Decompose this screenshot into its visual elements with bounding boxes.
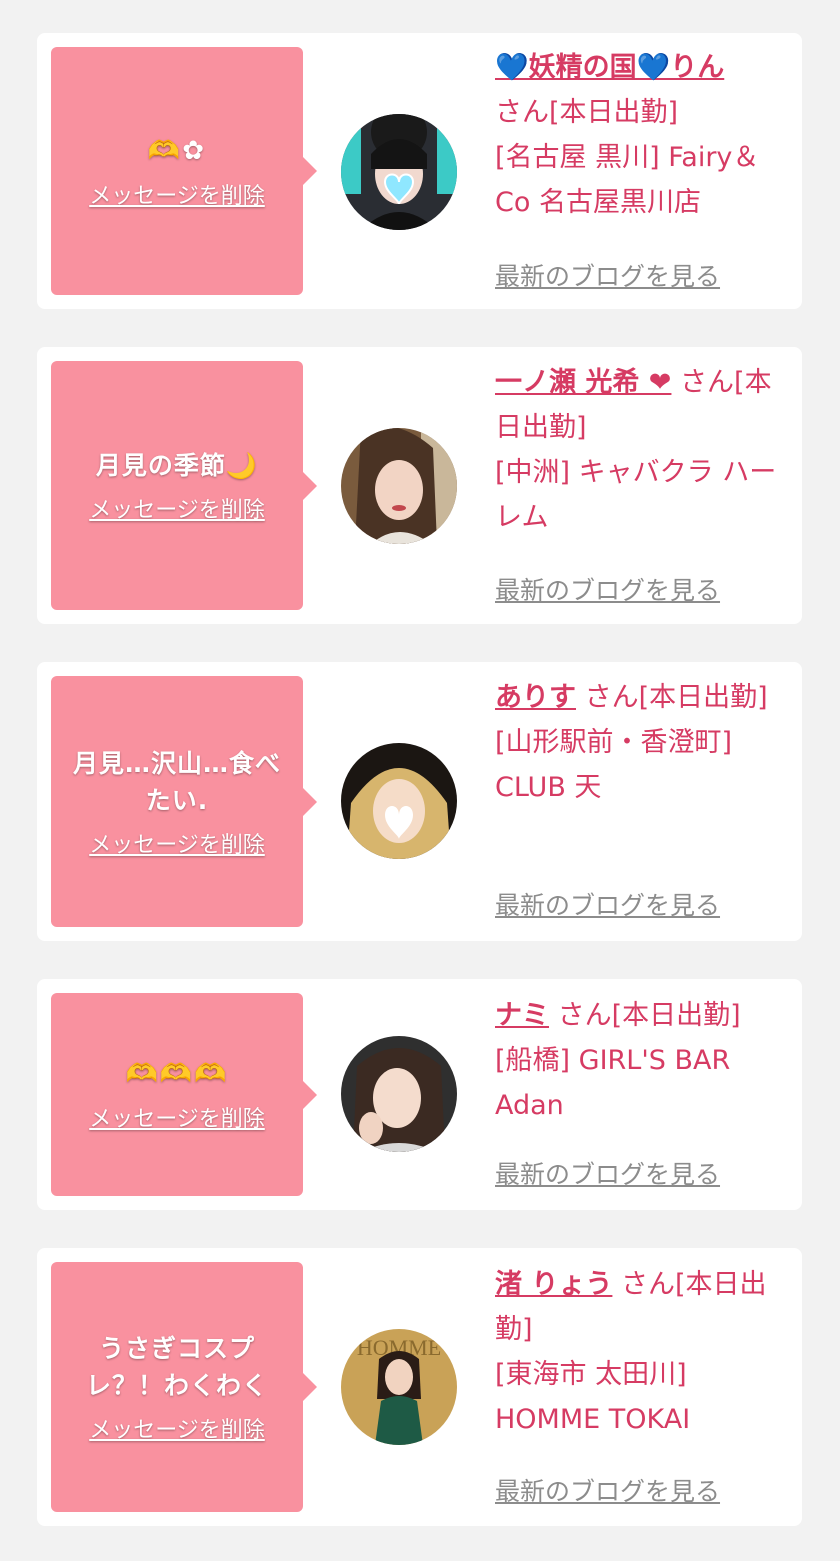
store-name: [名古屋 黒川] Fairy＆Co 名古屋黒川店: [495, 142, 760, 218]
profile-name-link[interactable]: 渚 りょう: [495, 1269, 612, 1300]
profile-name-link[interactable]: ナミ: [495, 1000, 549, 1031]
store-name: [山形駅前・香澄町] CLUB 天: [495, 727, 733, 803]
latest-blog-link[interactable]: 最新のブログを見る: [495, 571, 720, 607]
message-text: 月見…沢山…食べたい.: [72, 748, 281, 815]
favorite-card: 月見…沢山…食べたい. メッセージを削除 ありす さん[本日出勤] [山形駅前・…: [37, 662, 802, 941]
avatar[interactable]: [341, 428, 457, 544]
message-bubble: 月見の季節🌙 メッセージを削除: [51, 361, 317, 610]
profile-info: 渚 りょう さん[本日出勤] [東海市 太田川] HOMME TOKAI: [495, 1262, 790, 1442]
latest-blog-link[interactable]: 最新のブログを見る: [495, 1155, 720, 1191]
profile-info: 💙妖精の国💙りん さん[本日出勤] [名古屋 黒川] Fairy＆Co 名古屋黒…: [495, 45, 790, 225]
delete-message-link[interactable]: メッセージを削除: [89, 1412, 265, 1444]
delete-message-link[interactable]: メッセージを削除: [89, 178, 265, 210]
profile-name-link[interactable]: 一ノ瀬 光希 ❤: [495, 367, 671, 398]
store-name: [船橋] GIRL'S BAR Adan: [495, 1045, 731, 1121]
profile-name-link[interactable]: ありす: [495, 682, 576, 713]
latest-blog-link[interactable]: 最新のブログを見る: [495, 257, 720, 293]
latest-blog-link[interactable]: 最新のブログを見る: [495, 1472, 720, 1508]
store-name: [中洲] キャバクラ ハーレム: [495, 457, 777, 533]
favorite-card: 月見の季節🌙 メッセージを削除 一ノ瀬 光希 ❤ さん[本日出勤] [中洲] キ…: [37, 347, 802, 624]
favorite-card: 🫶✿ メッセージを削除 💙妖精の国💙りん さん[本日出勤] [名古屋 黒川] F…: [37, 33, 802, 309]
favorite-card: うさぎコスプレ？！わくわく メッセージを削除 HOMME 渚 りょう さん[本日…: [37, 1248, 802, 1526]
favorite-card: 🫶🫶🫶 メッセージを削除 ナミ さん[本日出勤] [船橋] GIRL'S BAR…: [37, 979, 802, 1210]
avatar[interactable]: [341, 743, 457, 859]
attendance-status: さん[本日出勤]: [495, 97, 679, 128]
profile-info: 一ノ瀬 光希 ❤ さん[本日出勤] [中洲] キャバクラ ハーレム: [495, 360, 790, 540]
message-text: 🫶✿: [147, 135, 207, 166]
avatar[interactable]: HOMME: [341, 1329, 457, 1445]
attendance-status: さん[本日出勤]: [557, 1000, 741, 1031]
delete-message-link[interactable]: メッセージを削除: [89, 827, 265, 859]
message-text: 月見の季節🌙: [95, 451, 259, 480]
profile-name-link[interactable]: 💙妖精の国💙りん: [495, 52, 724, 83]
profile-info: ありす さん[本日出勤] [山形駅前・香澄町] CLUB 天: [495, 675, 790, 810]
message-bubble: うさぎコスプレ？！わくわく メッセージを削除: [51, 1262, 317, 1512]
store-name: [東海市 太田川] HOMME TOKAI: [495, 1359, 691, 1435]
profile-info: ナミ さん[本日出勤] [船橋] GIRL'S BAR Adan: [495, 993, 790, 1128]
avatar[interactable]: [341, 1036, 457, 1152]
message-bubble: 🫶🫶🫶 メッセージを削除: [51, 993, 317, 1196]
message-text: 🫶🫶🫶: [125, 1059, 229, 1089]
message-bubble: 月見…沢山…食べたい. メッセージを削除: [51, 676, 317, 927]
attendance-status: さん[本日出勤]: [584, 682, 768, 713]
latest-blog-link[interactable]: 最新のブログを見る: [495, 886, 720, 922]
message-text: うさぎコスプレ？！わくわく: [85, 1334, 268, 1400]
message-bubble: 🫶✿ メッセージを削除: [51, 47, 317, 295]
delete-message-link[interactable]: メッセージを削除: [89, 492, 265, 524]
delete-message-link[interactable]: メッセージを削除: [89, 1101, 265, 1133]
avatar[interactable]: [341, 114, 457, 230]
